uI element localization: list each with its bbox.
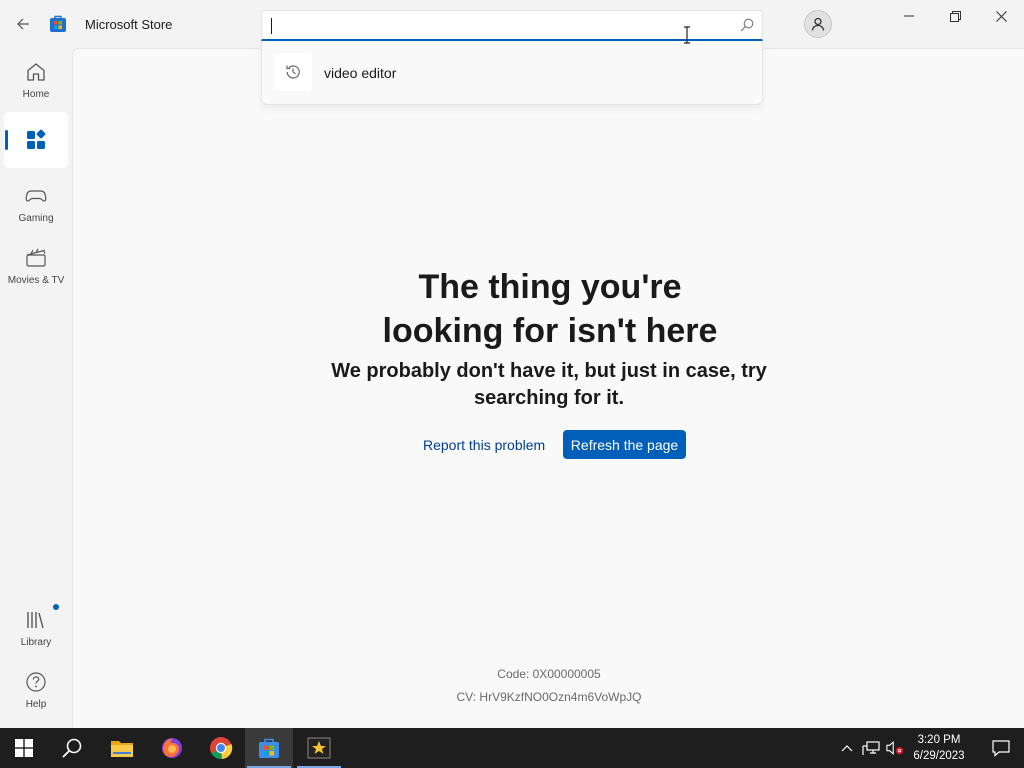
sidebar-item-home[interactable]: Home	[4, 52, 68, 108]
clock-date: 6/29/2023	[913, 750, 965, 762]
clapperboard-icon	[26, 248, 46, 267]
network-icon	[862, 741, 880, 755]
sidebar-item-help[interactable]: Help	[4, 662, 68, 718]
search-input[interactable]	[270, 15, 730, 37]
taskbar-video-app[interactable]	[295, 728, 343, 768]
minimize-icon	[904, 15, 914, 17]
account-button[interactable]	[804, 10, 832, 38]
sidebar-item-label: Help	[25, 698, 47, 710]
error-heading: The thing you're looking for isn't here	[382, 268, 718, 350]
suggestion-label: video editor	[324, 65, 397, 81]
gamepad-icon	[25, 189, 47, 202]
notification-icon	[992, 740, 1010, 757]
taskbar-file-explorer[interactable]	[98, 728, 146, 768]
error-code: Code: 0X00000005	[497, 667, 601, 681]
sidebar-item-label: Library	[20, 636, 52, 648]
microsoft-store-window: Microsoft Store Home Gaming Movies & TV …	[0, 0, 1024, 728]
firefox-icon	[162, 738, 182, 758]
home-icon	[27, 62, 45, 81]
content-panel: The thing you're looking for isn't here …	[72, 48, 1024, 728]
volume-muted-icon	[886, 740, 904, 756]
active-indicator	[5, 130, 8, 150]
store-logo-icon	[50, 15, 66, 32]
start-button[interactable]	[0, 728, 48, 768]
sidebar-item-label: Home	[22, 88, 50, 100]
history-icon	[274, 53, 312, 91]
sidebar-item-movies-tv[interactable]: Movies & TV	[4, 238, 68, 294]
update-badge	[53, 604, 59, 610]
taskbar: 3:20 PM 6/29/2023	[0, 728, 1024, 768]
sidebar-item-apps[interactable]	[4, 112, 68, 168]
taskbar-clock[interactable]: 3:20 PM 6/29/2023	[908, 732, 970, 764]
star-clapper-icon	[307, 737, 331, 759]
chrome-icon	[210, 737, 233, 760]
text-caret	[271, 18, 272, 34]
network-tray-button[interactable]	[862, 738, 880, 758]
notification-center-button[interactable]	[978, 728, 1024, 768]
suggestion-item[interactable]: video editor	[272, 53, 752, 93]
arrow-left-icon	[17, 18, 29, 30]
windows-logo-icon	[15, 739, 33, 757]
close-icon	[995, 10, 1007, 22]
sidebar-item-label: Gaming	[18, 212, 54, 224]
apps-icon	[27, 129, 46, 149]
search-icon	[62, 738, 82, 758]
error-subheading: We probably don't have it, but just in c…	[331, 360, 767, 409]
restore-icon	[949, 10, 961, 22]
restore-button[interactable]	[932, 0, 978, 32]
person-icon	[811, 17, 825, 31]
help-icon	[26, 671, 46, 692]
report-problem-link[interactable]: Report this problem	[423, 437, 545, 453]
back-button[interactable]	[8, 10, 38, 38]
refresh-page-button[interactable]: Refresh the page	[563, 430, 686, 459]
minimize-button[interactable]	[886, 0, 932, 32]
show-hidden-icons-button[interactable]	[838, 738, 856, 758]
clock-time: 3:20 PM	[917, 734, 961, 746]
taskbar-search-button[interactable]	[48, 728, 96, 768]
app-title: Microsoft Store	[85, 17, 173, 32]
ibeam-cursor-icon	[684, 26, 690, 44]
store-icon	[259, 738, 279, 758]
taskbar-chrome[interactable]	[197, 728, 245, 768]
sidebar-item-label: Movies & TV	[7, 274, 65, 286]
chevron-up-icon	[841, 745, 853, 752]
close-button[interactable]	[978, 0, 1024, 32]
sidebar-item-gaming[interactable]: Gaming	[4, 176, 68, 232]
correlation-vector: CV: HrV9KzfNO0Ozn4m6VoWpJQ	[456, 690, 642, 704]
taskbar-microsoft-store[interactable]	[245, 728, 293, 768]
taskbar-firefox[interactable]	[148, 728, 196, 768]
volume-tray-button[interactable]	[886, 738, 904, 758]
folder-icon	[111, 741, 133, 757]
search-suggestions-dropdown: video editor	[261, 41, 763, 105]
library-icon	[27, 611, 44, 628]
search-icon[interactable]	[739, 17, 755, 33]
